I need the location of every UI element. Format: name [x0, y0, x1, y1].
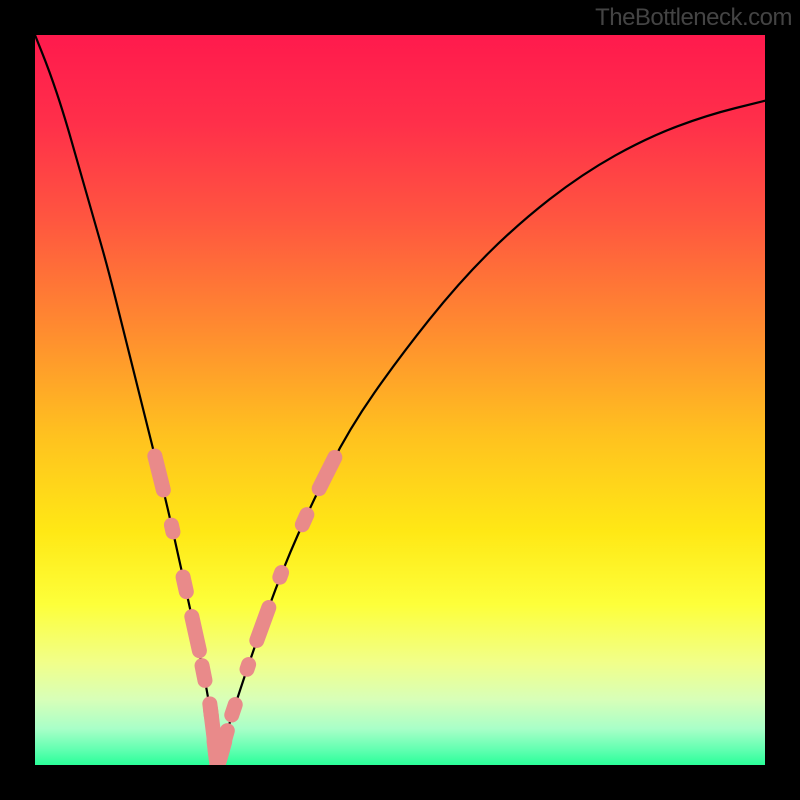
- gradient-background: [35, 35, 765, 765]
- watermark-text: TheBottleneck.com: [595, 4, 792, 32]
- chart-frame: TheBottleneck.com: [0, 0, 800, 800]
- plot-area: [35, 35, 765, 765]
